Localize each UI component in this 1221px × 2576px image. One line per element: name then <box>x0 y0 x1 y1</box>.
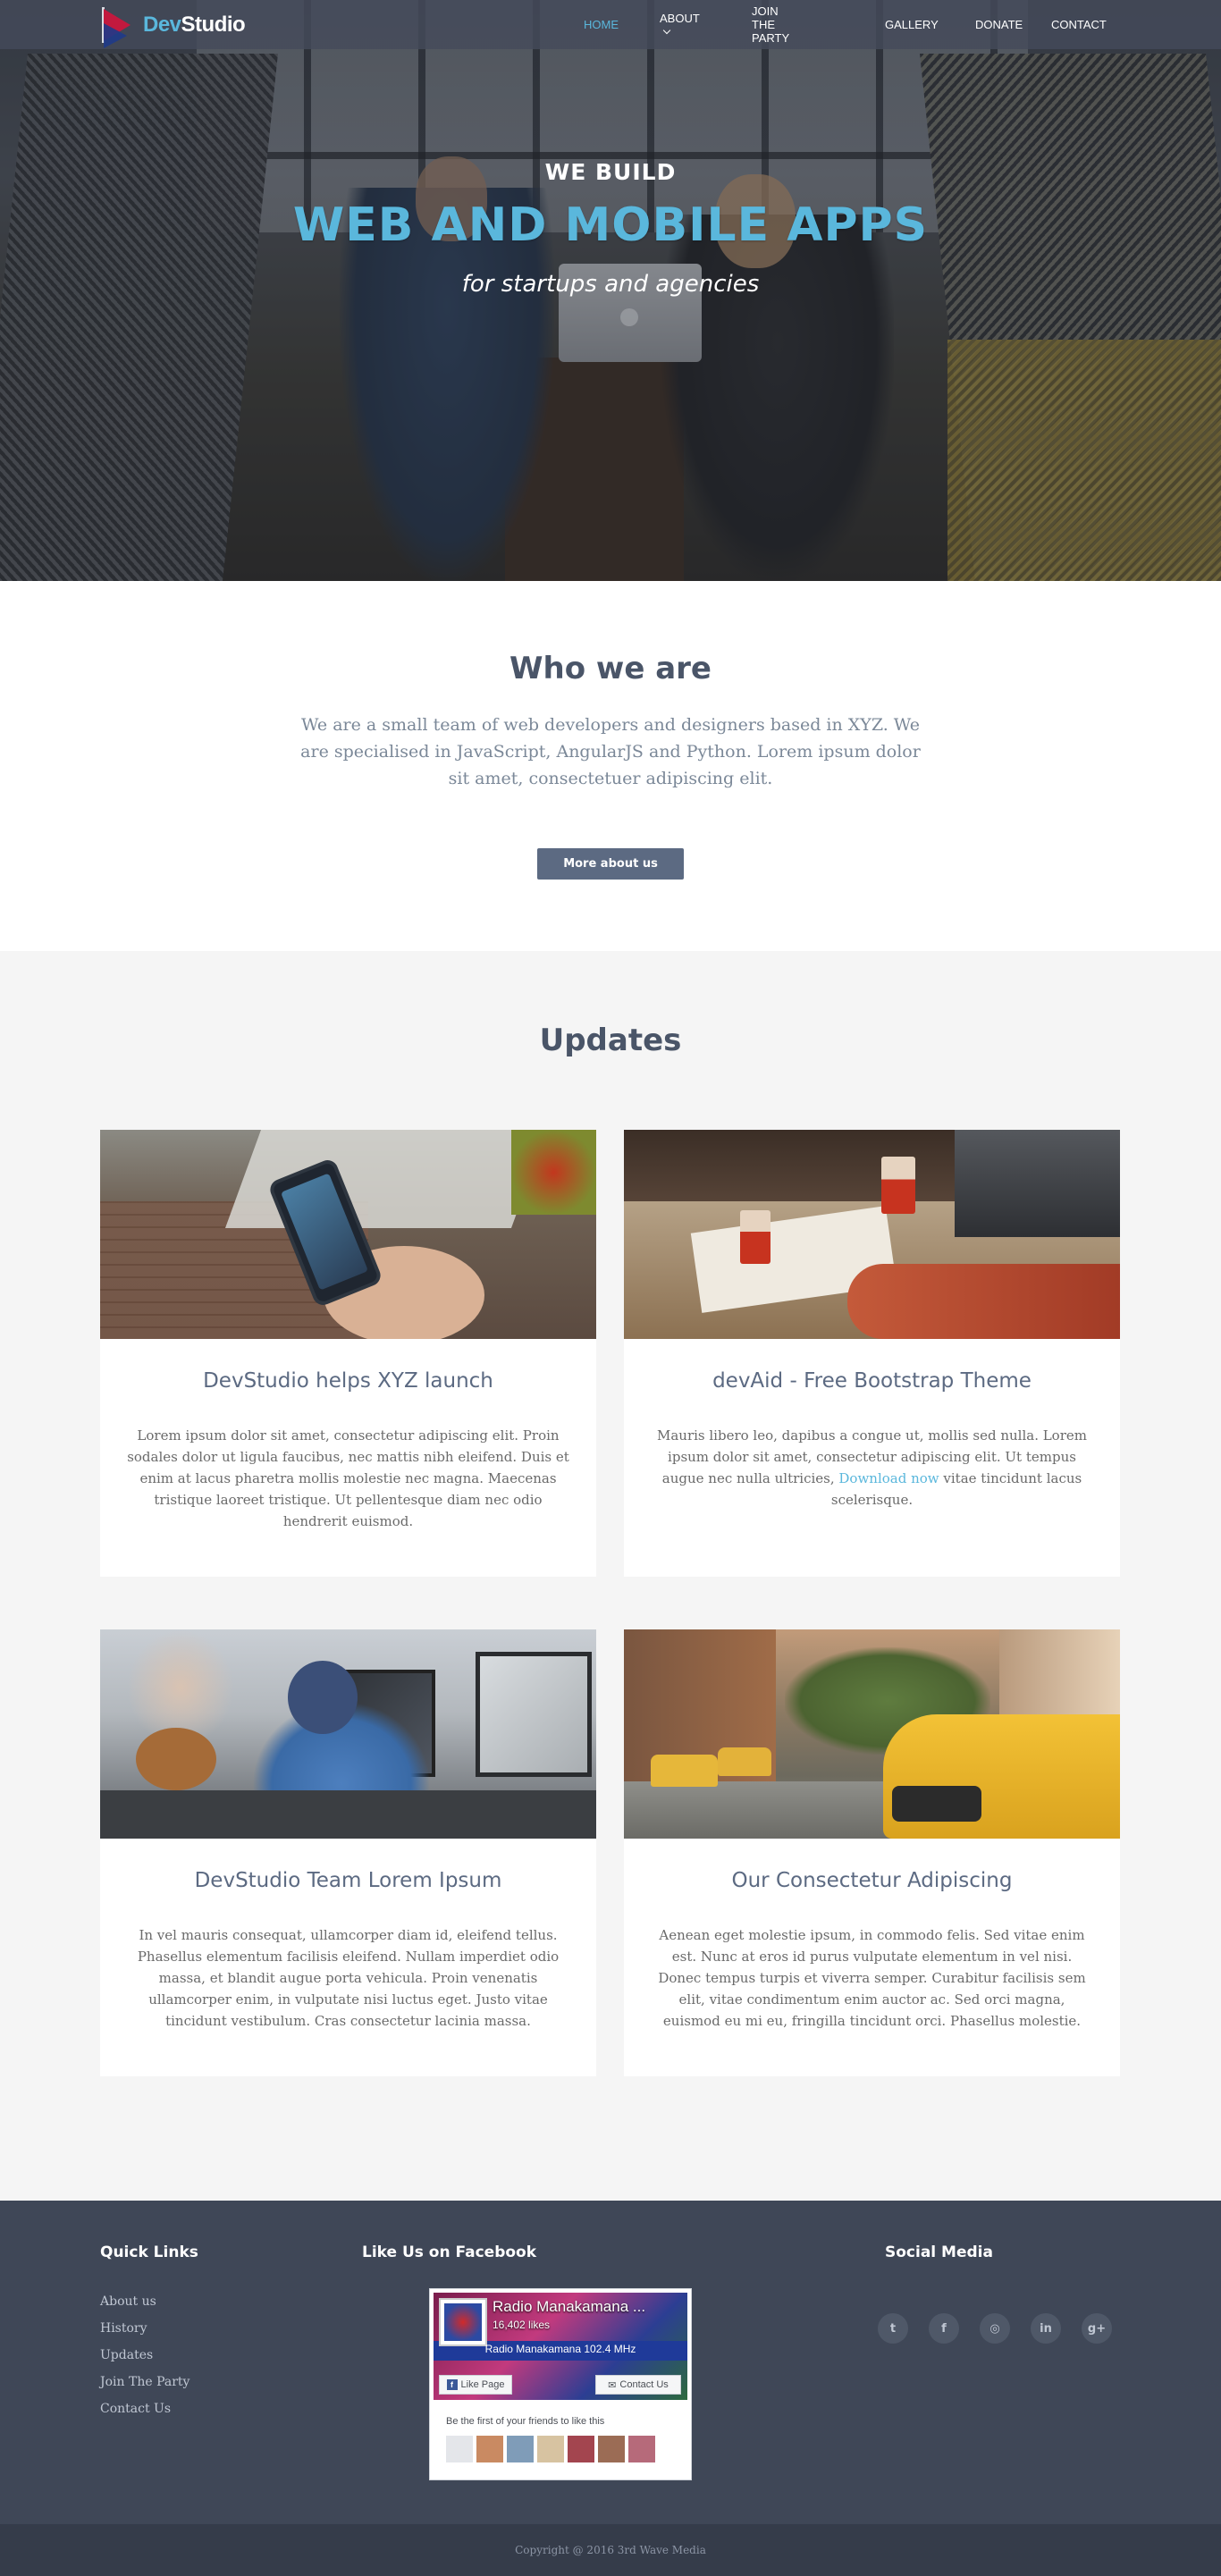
who-title: Who we are <box>509 651 712 686</box>
taxi-photo <box>624 1629 1120 1839</box>
twitter-icon[interactable]: t <box>878 2313 908 2344</box>
logo-text: DevStudio <box>143 13 246 37</box>
card-text: Lorem ipsum dolor sit amet, consectetur … <box>127 1427 569 1529</box>
facebook-band-text: Radio Manakamana 102.4 MHz <box>484 2343 636 2355</box>
facebook-icon[interactable]: f <box>929 2313 959 2344</box>
friend-avatar <box>446 2436 473 2462</box>
copyright-text: Copyright @ 2016 3rd Wave Media <box>0 2524 1221 2576</box>
card-title: DevStudio helps XYZ launch <box>203 1369 493 1393</box>
facebook-friends-text: Be the first of your friends to like thi… <box>446 2416 605 2427</box>
quick-links-title: Quick Links <box>100 2243 198 2261</box>
who-we-are-section: Who we are We are a small team of web de… <box>0 581 1221 951</box>
more-about-us-button[interactable]: More about us <box>537 848 684 880</box>
footer: Quick Links About us History Updates Joi… <box>0 2201 1221 2524</box>
friend-avatar <box>598 2436 625 2462</box>
footer-link-join-the-party[interactable]: Join The Party <box>100 2369 189 2395</box>
nav-item-home[interactable]: HOME <box>584 18 619 31</box>
footer-link-history[interactable]: History <box>100 2315 189 2342</box>
friend-avatar <box>507 2436 534 2462</box>
friend-avatar <box>568 2436 594 2462</box>
card-title: devAid - Free Bootstrap Theme <box>712 1369 1032 1393</box>
hero-subheading: WE BUILD <box>544 159 677 185</box>
updates-section: Updates DevStudio helps XYZ launch Lorem… <box>0 951 1221 2201</box>
card-text: In vel mauris consequat, ullamcorper dia… <box>137 1927 560 2029</box>
nav-item-gallery[interactable]: GALLERY <box>885 18 939 31</box>
nav-item-about[interactable]: ABOUT <box>660 12 700 38</box>
nav-item-contact[interactable]: CONTACT <box>1051 18 1107 31</box>
social-media-title: Social Media <box>885 2243 993 2261</box>
facebook-like-button[interactable]: f Like Page <box>439 2375 512 2395</box>
footer-link-about-us[interactable]: About us <box>100 2288 189 2315</box>
linkedin-icon[interactable]: in <box>1031 2313 1061 2344</box>
facebook-contact-button[interactable]: ✉ Contact Us <box>595 2375 681 2395</box>
update-card[interactable]: DevStudio Team Lorem Ipsum In vel mauris… <box>100 1629 596 2076</box>
quick-links-list: About us History Updates Join The Party … <box>100 2288 189 2422</box>
mail-icon: ✉ <box>608 2379 617 2391</box>
hero-title: WEB AND MOBILE APPS <box>292 198 929 252</box>
nav-item-join-the-party[interactable]: JOIN THE PARTY <box>752 4 789 45</box>
facebook-page-name[interactable]: Radio Manakamana ... <box>493 2298 645 2316</box>
desk-photo <box>624 1130 1120 1339</box>
phone-photo <box>100 1130 596 1339</box>
nav-item-donate[interactable]: DONATE <box>975 18 1023 31</box>
footer-link-updates[interactable]: Updates <box>100 2342 189 2369</box>
hero-tagline: for startups and agencies <box>461 271 760 298</box>
facebook-icon: f <box>446 2379 458 2390</box>
flag-logo-icon <box>100 5 134 48</box>
update-card[interactable]: devAid - Free Bootstrap Theme Mauris lib… <box>624 1130 1120 1577</box>
friend-avatar <box>476 2436 503 2462</box>
update-card[interactable]: DevStudio helps XYZ launch Lorem ipsum d… <box>100 1130 596 1577</box>
facebook-widget[interactable]: Radio Manakamana ... 16,402 likes Radio … <box>429 2288 692 2480</box>
download-now-link[interactable]: Download now <box>838 1470 939 1486</box>
social-icons: t f ◎ in g+ <box>878 2313 1133 2344</box>
updates-title: Updates <box>539 1023 682 1058</box>
card-text: Aenean eget molestie ipsum, in commodo f… <box>658 1927 1086 2029</box>
footer-link-contact-us[interactable]: Contact Us <box>100 2395 189 2422</box>
friend-avatar <box>628 2436 655 2462</box>
site-logo[interactable]: DevStudio <box>100 5 246 48</box>
card-title: Our Consectetur Adipiscing <box>731 1869 1013 1892</box>
team-photo <box>100 1629 596 1839</box>
update-card[interactable]: Our Consectetur Adipiscing Aenean eget m… <box>624 1629 1120 2076</box>
instagram-icon[interactable]: ◎ <box>980 2313 1010 2344</box>
card-text: Mauris libero leo, dapibus a congue ut, … <box>656 1427 1087 1508</box>
chevron-down-icon <box>662 26 671 34</box>
google-plus-icon[interactable]: g+ <box>1082 2313 1112 2344</box>
top-navbar: DevStudio HOME ABOUT JOIN THE PARTY GALL… <box>0 0 1221 49</box>
facebook-likes: 16,402 likes <box>493 2319 551 2331</box>
friend-avatar <box>537 2436 564 2462</box>
card-title: DevStudio Team Lorem Ipsum <box>194 1869 502 1892</box>
facebook-title: Like Us on Facebook <box>362 2243 537 2261</box>
hero-banner: WE BUILD WEB AND MOBILE APPS for startup… <box>0 0 1221 581</box>
who-text: We are a small team of web developers an… <box>300 715 921 788</box>
